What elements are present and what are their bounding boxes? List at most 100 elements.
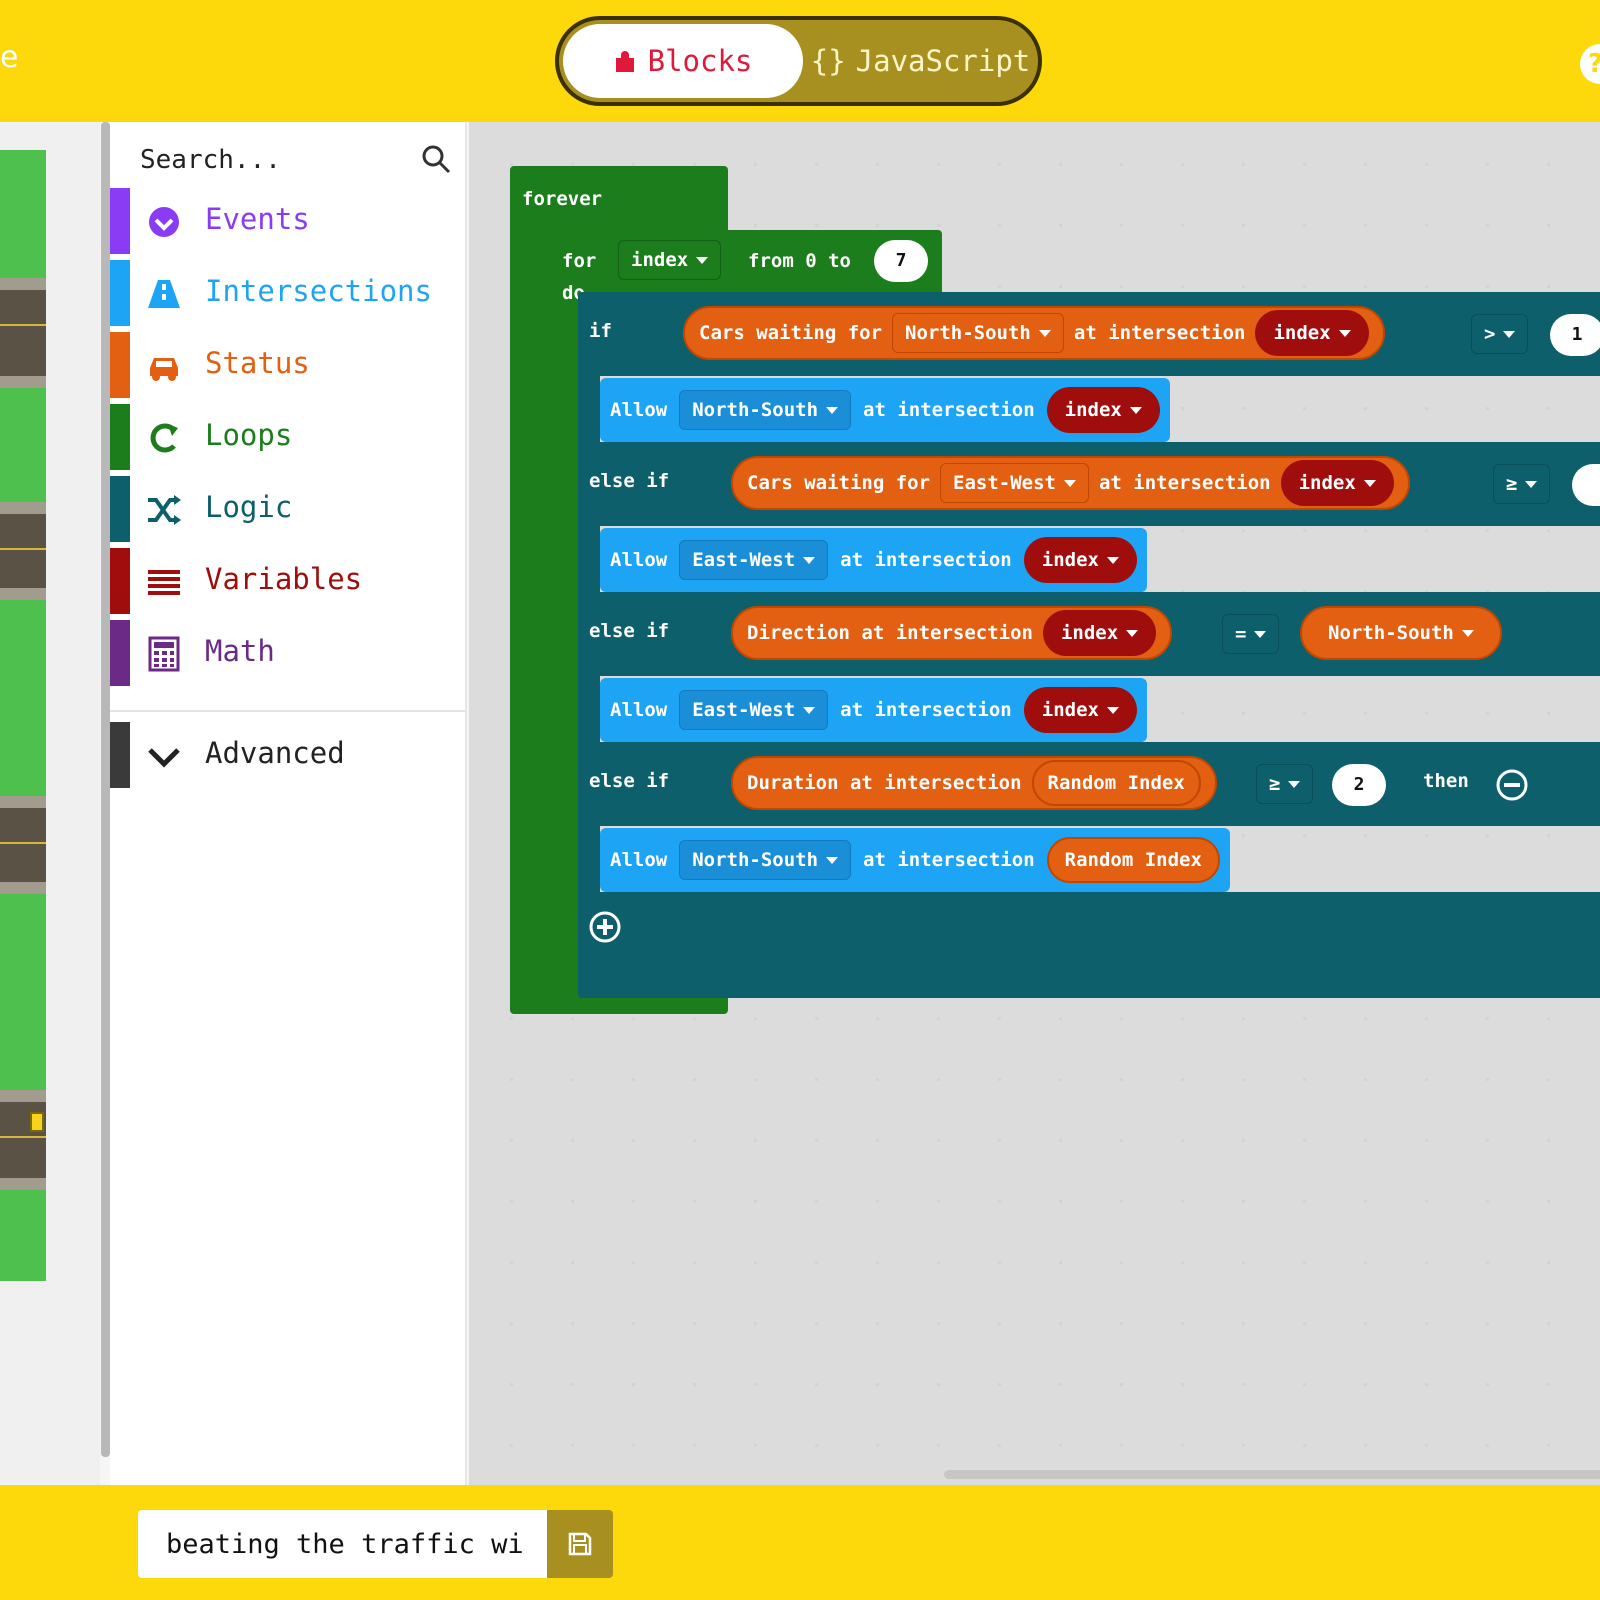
category-label: Loops	[205, 418, 293, 452]
project-name-input[interactable]	[138, 1510, 548, 1578]
workspace-horizontal-scrollbar[interactable]	[944, 1470, 1600, 1479]
direction-dropdown[interactable]: North-South	[679, 390, 852, 430]
search-icon[interactable]	[421, 144, 451, 174]
loop-variable-dropdown[interactable]: index	[618, 240, 722, 280]
forever-label: forever	[522, 188, 603, 210]
category-math[interactable]: Math	[110, 620, 467, 686]
for-label: for	[562, 250, 597, 272]
category-label: Advanced	[205, 736, 345, 770]
variable-label: index	[1298, 472, 1356, 494]
allow-block[interactable]: Allow North-South at intersection index	[600, 378, 1170, 442]
category-color-bar	[110, 404, 130, 470]
direction-label: East-West	[692, 699, 796, 721]
duration-condition[interactable]: Duration at intersection Random Index	[731, 756, 1217, 810]
random-index-block[interactable]: Random Index	[1046, 837, 1220, 883]
variable-dropdown[interactable]: index	[1046, 387, 1160, 433]
operator-label: =	[1235, 623, 1247, 645]
category-color-bar	[110, 722, 130, 788]
category-label: Variables	[205, 562, 363, 596]
direction-dropdown[interactable]: East-West	[679, 540, 829, 580]
direction-label: North-South	[905, 322, 1031, 344]
category-intersections[interactable]: Intersections	[110, 260, 467, 326]
footer-bar	[0, 1485, 1600, 1600]
condition-text: at intersection	[1073, 322, 1246, 344]
direction-dropdown[interactable]: North-South	[1316, 613, 1486, 653]
puzzle-icon	[615, 51, 634, 72]
add-branch-icon[interactable]	[588, 910, 622, 944]
chevron-down-icon	[148, 748, 180, 768]
save-button[interactable]	[547, 1510, 613, 1578]
variable-dropdown[interactable]: index	[1280, 460, 1394, 506]
tab-blocks[interactable]: Blocks	[563, 24, 803, 98]
loop-variable-label: index	[631, 249, 689, 271]
else-if-label: else if	[589, 620, 670, 642]
direction-dropdown[interactable]: East-West	[940, 463, 1089, 503]
direction-dropdown[interactable]: East-West	[679, 690, 829, 730]
category-advanced[interactable]: Advanced	[110, 722, 467, 788]
variable-dropdown[interactable]: index	[1023, 687, 1137, 733]
variable-label: index	[1041, 549, 1099, 571]
tab-javascript[interactable]: {} JavaScript	[803, 24, 1038, 98]
condition-text: at intersection	[1098, 472, 1271, 494]
direction-condition[interactable]: Direction at intersection index	[731, 606, 1173, 660]
condition-text: Cars waiting for	[699, 322, 883, 344]
category-loops[interactable]: Loops	[110, 404, 467, 470]
shuffle-icon	[148, 495, 181, 525]
variable-dropdown[interactable]: index	[1042, 610, 1157, 656]
cars-waiting-condition[interactable]: Cars waiting for East-West at intersecti…	[731, 456, 1410, 510]
blocks-workspace[interactable]: forever for index from 0 to 7 do if else…	[469, 122, 1600, 1485]
if-label: if	[589, 320, 612, 342]
loop-end-input[interactable]: 7	[874, 240, 928, 282]
variable-dropdown[interactable]: index	[1023, 537, 1137, 583]
comparison-operator-dropdown[interactable]: ≥	[1493, 464, 1551, 504]
direction-label: North-South	[692, 849, 819, 871]
category-color-bar	[110, 620, 130, 686]
condition-text: Duration at intersection	[747, 772, 1022, 794]
variable-dropdown[interactable]: index	[1255, 310, 1369, 356]
tab-javascript-label: JavaScript	[855, 44, 1031, 78]
allow-block[interactable]: Allow East-West at intersection index	[600, 678, 1147, 742]
random-index-block[interactable]: Random Index	[1031, 760, 1201, 806]
comparison-operator-dropdown[interactable]: ≥	[1256, 764, 1314, 804]
category-status[interactable]: Status	[110, 332, 467, 398]
category-variables[interactable]: Variables	[110, 548, 467, 614]
comparison-operator-dropdown[interactable]: >	[1471, 314, 1529, 354]
direction-dropdown[interactable]: North-South	[679, 840, 852, 880]
condition-text: Direction at intersection	[747, 622, 1033, 644]
allow-block[interactable]: Allow North-South at intersection Random…	[600, 828, 1230, 892]
traffic-simulator-board[interactable]	[0, 150, 46, 1281]
category-logic[interactable]: Logic	[110, 476, 467, 542]
road-segment	[0, 278, 46, 388]
allow-block[interactable]: Allow East-West at intersection index	[600, 528, 1147, 592]
direction-dropdown[interactable]: North-South	[892, 313, 1064, 353]
direction-label: East-West	[692, 549, 796, 571]
remove-branch-icon[interactable]	[1495, 768, 1529, 802]
variable-label: index	[1060, 622, 1119, 644]
operator-label: ≥	[1269, 773, 1281, 795]
braces-icon: {}	[810, 44, 846, 78]
category-label: Intersections	[205, 274, 432, 308]
comparison-value-input[interactable]: 1	[1550, 314, 1600, 356]
else-if-label: else if	[589, 470, 670, 492]
road-segment	[0, 502, 46, 600]
allow-label: Allow	[610, 549, 668, 571]
operator-label: ≥	[1506, 473, 1518, 495]
app-title-fragment: e	[0, 40, 19, 75]
allow-label: Allow	[610, 849, 668, 871]
category-events[interactable]: Events	[110, 188, 467, 254]
category-label: Math	[205, 634, 275, 668]
direction-value-block[interactable]: North-South	[1300, 606, 1502, 660]
help-icon[interactable]: ?	[1580, 44, 1600, 84]
search-input[interactable]	[138, 138, 398, 182]
allow-label: Allow	[610, 699, 668, 721]
cars-waiting-condition[interactable]: Cars waiting for North-South at intersec…	[683, 306, 1385, 360]
category-color-bar	[110, 476, 130, 542]
comparison-operator-dropdown[interactable]: =	[1222, 614, 1280, 654]
panel-scrollbar[interactable]	[101, 122, 110, 1457]
header-bar: e Blocks {} JavaScript ?	[0, 0, 1600, 122]
comparison-value-input[interactable]: 2	[1332, 764, 1386, 806]
road-segment	[0, 796, 46, 894]
allow-text: at intersection	[840, 549, 1012, 571]
car-icon	[150, 358, 178, 381]
category-color-bar	[110, 332, 130, 398]
